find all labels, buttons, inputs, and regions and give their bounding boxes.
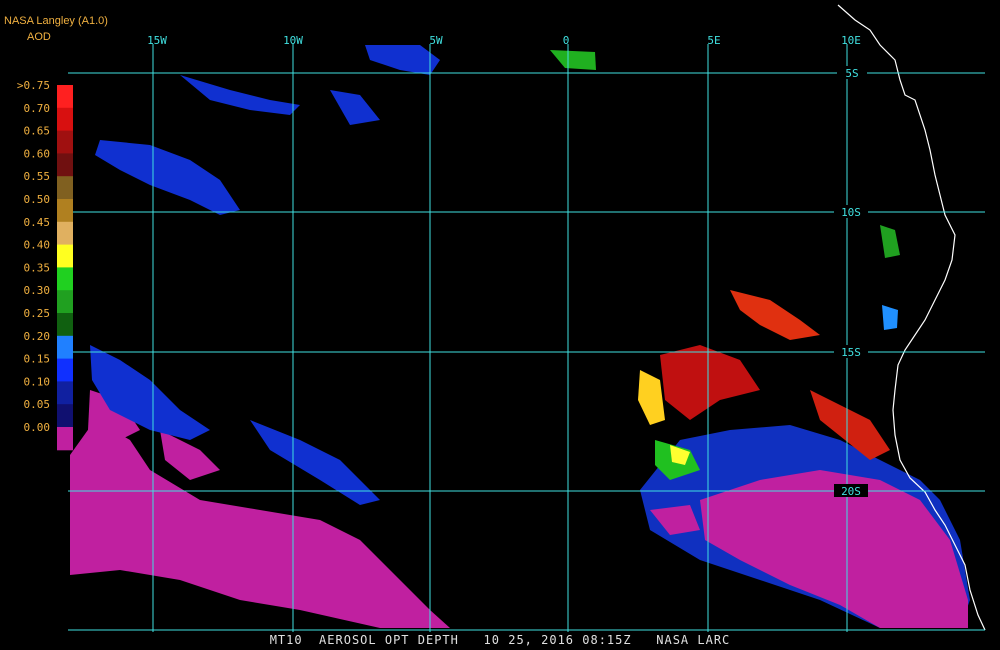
scale-label: 0.20 xyxy=(24,330,51,343)
scale-swatch xyxy=(57,153,73,177)
scale-label: 0.15 xyxy=(24,353,51,366)
scale-label: 0.10 xyxy=(24,375,51,388)
lon-label: 15W xyxy=(147,34,167,47)
scale-swatch xyxy=(57,313,73,337)
scale-swatch xyxy=(57,85,73,109)
scale-swatch xyxy=(57,107,73,132)
scale-swatch xyxy=(57,244,73,268)
lat-label: 15S xyxy=(841,346,861,359)
scale-label: 0.30 xyxy=(24,284,51,297)
scale-label: 0.40 xyxy=(24,239,51,252)
scale-label: 0.25 xyxy=(24,307,51,320)
scale-label: >0.75 xyxy=(17,79,50,92)
scale-label: 0.00 xyxy=(24,421,51,434)
scale-swatch xyxy=(57,404,73,428)
scale-label: 0.70 xyxy=(24,102,51,115)
scale-label: 0.60 xyxy=(24,147,51,160)
header-product: AOD xyxy=(27,31,51,43)
scale-label: 0.65 xyxy=(24,125,51,138)
scale-swatch xyxy=(57,358,73,382)
lon-label: 5E xyxy=(707,34,720,47)
lon-label: 10W xyxy=(283,34,303,47)
lat-label: 5S xyxy=(845,67,858,80)
scale-swatch xyxy=(57,267,73,291)
scale-label: 0.45 xyxy=(24,216,51,229)
scale-swatch xyxy=(57,427,73,451)
lat-label: 10S xyxy=(841,206,861,219)
scale-swatch xyxy=(57,130,73,154)
scale-swatch xyxy=(57,381,73,405)
scale-swatch xyxy=(57,335,73,360)
scale-swatch xyxy=(57,199,73,223)
lon-label: 10E xyxy=(841,34,861,47)
lon-label: 5W xyxy=(429,34,443,47)
lon-label: 0 xyxy=(563,34,570,47)
scale-label: 0.50 xyxy=(24,193,51,206)
image-caption: MT10 AEROSOL OPT DEPTH 10 25, 2016 08:15… xyxy=(269,633,731,647)
scale-label: 0.05 xyxy=(24,398,51,411)
scale-swatch xyxy=(57,176,73,200)
header-title: NASA Langley (A1.0) xyxy=(4,15,108,27)
scale-swatch xyxy=(57,290,73,314)
scale-swatch xyxy=(57,221,73,246)
scale-label: 0.55 xyxy=(24,170,51,183)
aod-map: 15W 10W 5W 0 5E 10E 5S 10S 15S 20S >0.75… xyxy=(0,0,1000,650)
lat-label: 20S xyxy=(841,485,861,498)
scale-label: 0.35 xyxy=(24,261,51,274)
